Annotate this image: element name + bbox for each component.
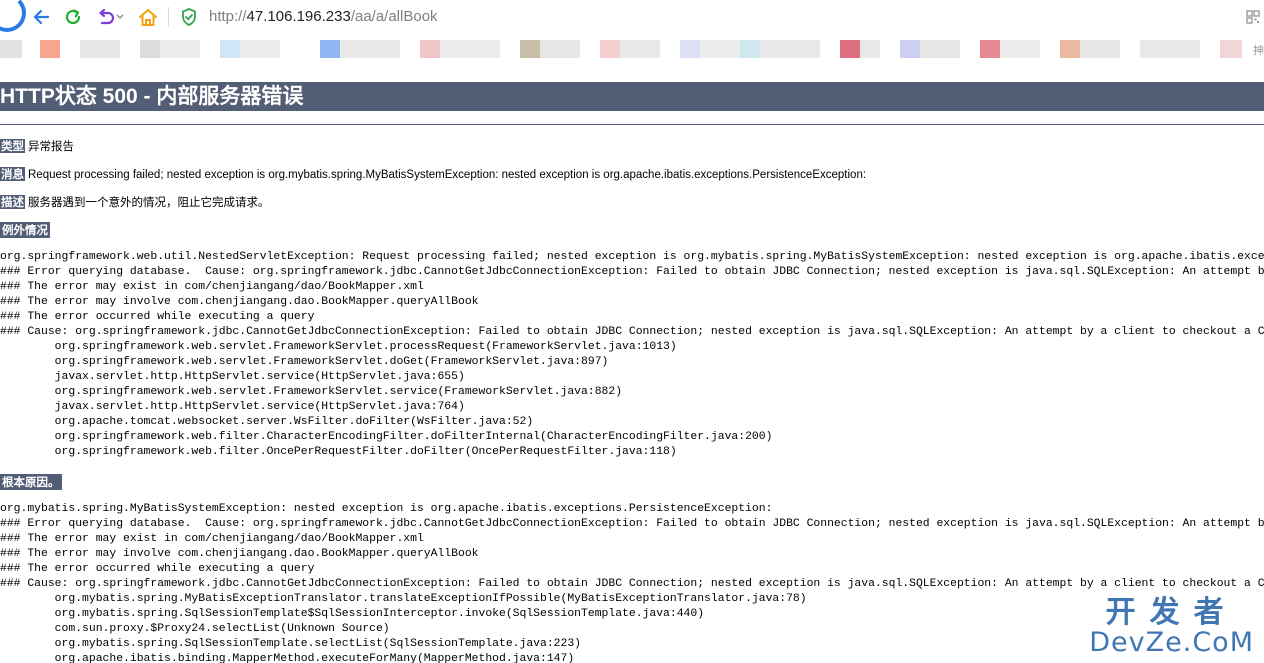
bookmark-item[interactable]: [700, 40, 740, 58]
trace-line: ### The error occurred while executing a…: [0, 311, 315, 323]
bookmark-item[interactable]: [420, 40, 440, 58]
trace-line: org.mybatis.spring.SqlSessionTemplate$Sq…: [54, 608, 705, 620]
bookmark-item[interactable]: [1140, 40, 1200, 58]
browser-toolbar: http://47.106.196.233/aa/a/allBook: [0, 0, 1264, 35]
address-separator: [168, 7, 169, 27]
bookmark-item[interactable]: [160, 40, 200, 58]
bookmark-item[interactable]: [1060, 40, 1080, 58]
bookmark-item[interactable]: [600, 40, 620, 58]
trace-line: org.springframework.web.servlet.Framewor…: [54, 341, 677, 353]
root-cause-heading: 根本原因。: [0, 474, 62, 490]
url-host: 47.106.196.233: [246, 8, 351, 25]
address-bar[interactable]: http://47.106.196.233/aa/a/allBook: [209, 8, 438, 25]
exception-stack-trace: org.springframework.web.util.NestedServl…: [0, 250, 1264, 460]
trace-line: org.mybatis.spring.SqlSessionTemplate.se…: [54, 638, 582, 650]
back-arrow-icon: [33, 9, 50, 25]
watermark-english: DevZe.CoM: [1089, 627, 1254, 658]
message-row: 消息 Request processing failed; nested exce…: [0, 166, 866, 182]
bookmark-item[interactable]: [1220, 40, 1242, 58]
undo-icon: [99, 8, 115, 25]
type-label: 类型: [0, 139, 25, 153]
watermark-chinese: 开发者: [1105, 595, 1238, 630]
page-title: HTTP状态 500 - 内部服务器错误: [0, 82, 1264, 111]
bookmark-item[interactable]: [760, 40, 820, 58]
bookmark-item[interactable]: [540, 40, 580, 58]
bookmark-item[interactable]: [860, 40, 880, 58]
description-label: 描述: [0, 195, 25, 209]
trace-line: org.mybatis.spring.MyBatisSystemExceptio…: [0, 503, 773, 515]
bookmark-item[interactable]: [340, 40, 400, 58]
trace-line: com.sun.proxy.$Proxy24.selectList(Unknow…: [54, 623, 390, 635]
root-cause-stack-trace: org.mybatis.spring.MyBatisSystemExceptio…: [0, 502, 1264, 663]
chevron-down-icon: [116, 14, 124, 19]
bookmark-item[interactable]: [680, 40, 700, 58]
bookmark-item[interactable]: [840, 40, 860, 58]
bookmark-item[interactable]: [80, 40, 120, 58]
exception-heading: 例外情况: [0, 222, 50, 238]
undo-close-button[interactable]: [94, 5, 126, 29]
home-icon: [139, 8, 157, 26]
qr-code-icon[interactable]: [1246, 9, 1260, 28]
bookmark-item[interactable]: [1080, 40, 1120, 58]
bookmark-item[interactable]: [320, 40, 340, 58]
bookmark-item[interactable]: [220, 40, 240, 58]
bookmark-item[interactable]: [520, 40, 540, 58]
trace-line: org.springframework.web.filter.OncePerRe…: [0, 446, 677, 458]
trace-line: org.apache.ibatis.binding.MapperMethod.e…: [0, 653, 575, 663]
browser-logo-icon: [0, 0, 26, 32]
trace-line: javax.servlet.http.HttpServlet.service(H…: [54, 371, 465, 383]
trace-line: ### The error may exist in com/chenjiang…: [0, 281, 424, 293]
bookmarks-overflow[interactable]: 抻: [1253, 42, 1264, 58]
type-row: 类型 异常报告: [0, 138, 74, 154]
trace-line: org.mybatis.spring.MyBatisExceptionTrans…: [54, 593, 807, 605]
trace-line: org.springframework.web.servlet.Framewor…: [54, 386, 623, 398]
trace-line: ### Error querying database. Cause: org.…: [0, 266, 1264, 278]
bookmark-item[interactable]: [0, 40, 22, 58]
trace-line: javax.servlet.http.HttpServlet.service(H…: [54, 401, 465, 413]
trace-line: ### The error may involve com.chenjianga…: [0, 548, 479, 560]
description-value: 服务器遇到一个意外的情况，阻止它完成请求。: [28, 197, 270, 209]
trace-line: ### Cause: org.springframework.jdbc.Cann…: [0, 326, 1264, 338]
bookmark-item[interactable]: [900, 40, 920, 58]
site-watermark: 开发者 DevZe.CoM: [1089, 597, 1254, 657]
trace-line: org.springframework.web.filter.Character…: [54, 431, 773, 443]
refresh-button[interactable]: [62, 5, 84, 29]
bookmark-item[interactable]: [440, 40, 500, 58]
refresh-icon: [65, 9, 81, 25]
bookmark-item[interactable]: [240, 40, 280, 58]
bookmarks-bar: 抻: [0, 34, 1264, 66]
security-shield-icon[interactable]: [181, 8, 197, 30]
trace-line: org.springframework.web.servlet.Framewor…: [54, 356, 609, 368]
bookmark-item[interactable]: [40, 40, 60, 58]
bookmark-item[interactable]: [980, 40, 1000, 58]
bookmark-item[interactable]: [740, 40, 760, 58]
title-divider: [0, 124, 1264, 125]
type-value: 异常报告: [28, 141, 74, 153]
message-value: Request processing failed; nested except…: [28, 169, 867, 181]
url-path: /aa/a/allBook: [350, 8, 438, 25]
bookmark-item[interactable]: [920, 40, 960, 58]
error-page: HTTP状态 500 - 内部服务器错误 类型 异常报告 消息 Request pr…: [0, 66, 1264, 663]
trace-line: ### Error querying database. Cause: org.…: [0, 518, 1264, 530]
trace-line: ### The error may exist in com/chenjiang…: [0, 533, 424, 545]
bookmark-item[interactable]: [1000, 40, 1040, 58]
trace-line: ### The error occurred while executing a…: [0, 563, 315, 575]
trace-line: org.springframework.web.util.NestedServl…: [0, 251, 1264, 263]
trace-line: org.apache.tomcat.websocket.server.WsFil…: [54, 416, 534, 428]
bookmark-item[interactable]: [140, 40, 160, 58]
description-row: 描述 服务器遇到一个意外的情况，阻止它完成请求。: [0, 194, 270, 210]
trace-line: ### Cause: org.springframework.jdbc.Cann…: [0, 578, 1264, 590]
bookmark-item[interactable]: [620, 40, 660, 58]
home-button[interactable]: [137, 5, 159, 29]
back-button[interactable]: [30, 5, 52, 29]
message-label: 消息: [0, 167, 25, 181]
trace-line: ### The error may involve com.chenjianga…: [0, 296, 479, 308]
url-prefix: http://: [209, 8, 247, 25]
